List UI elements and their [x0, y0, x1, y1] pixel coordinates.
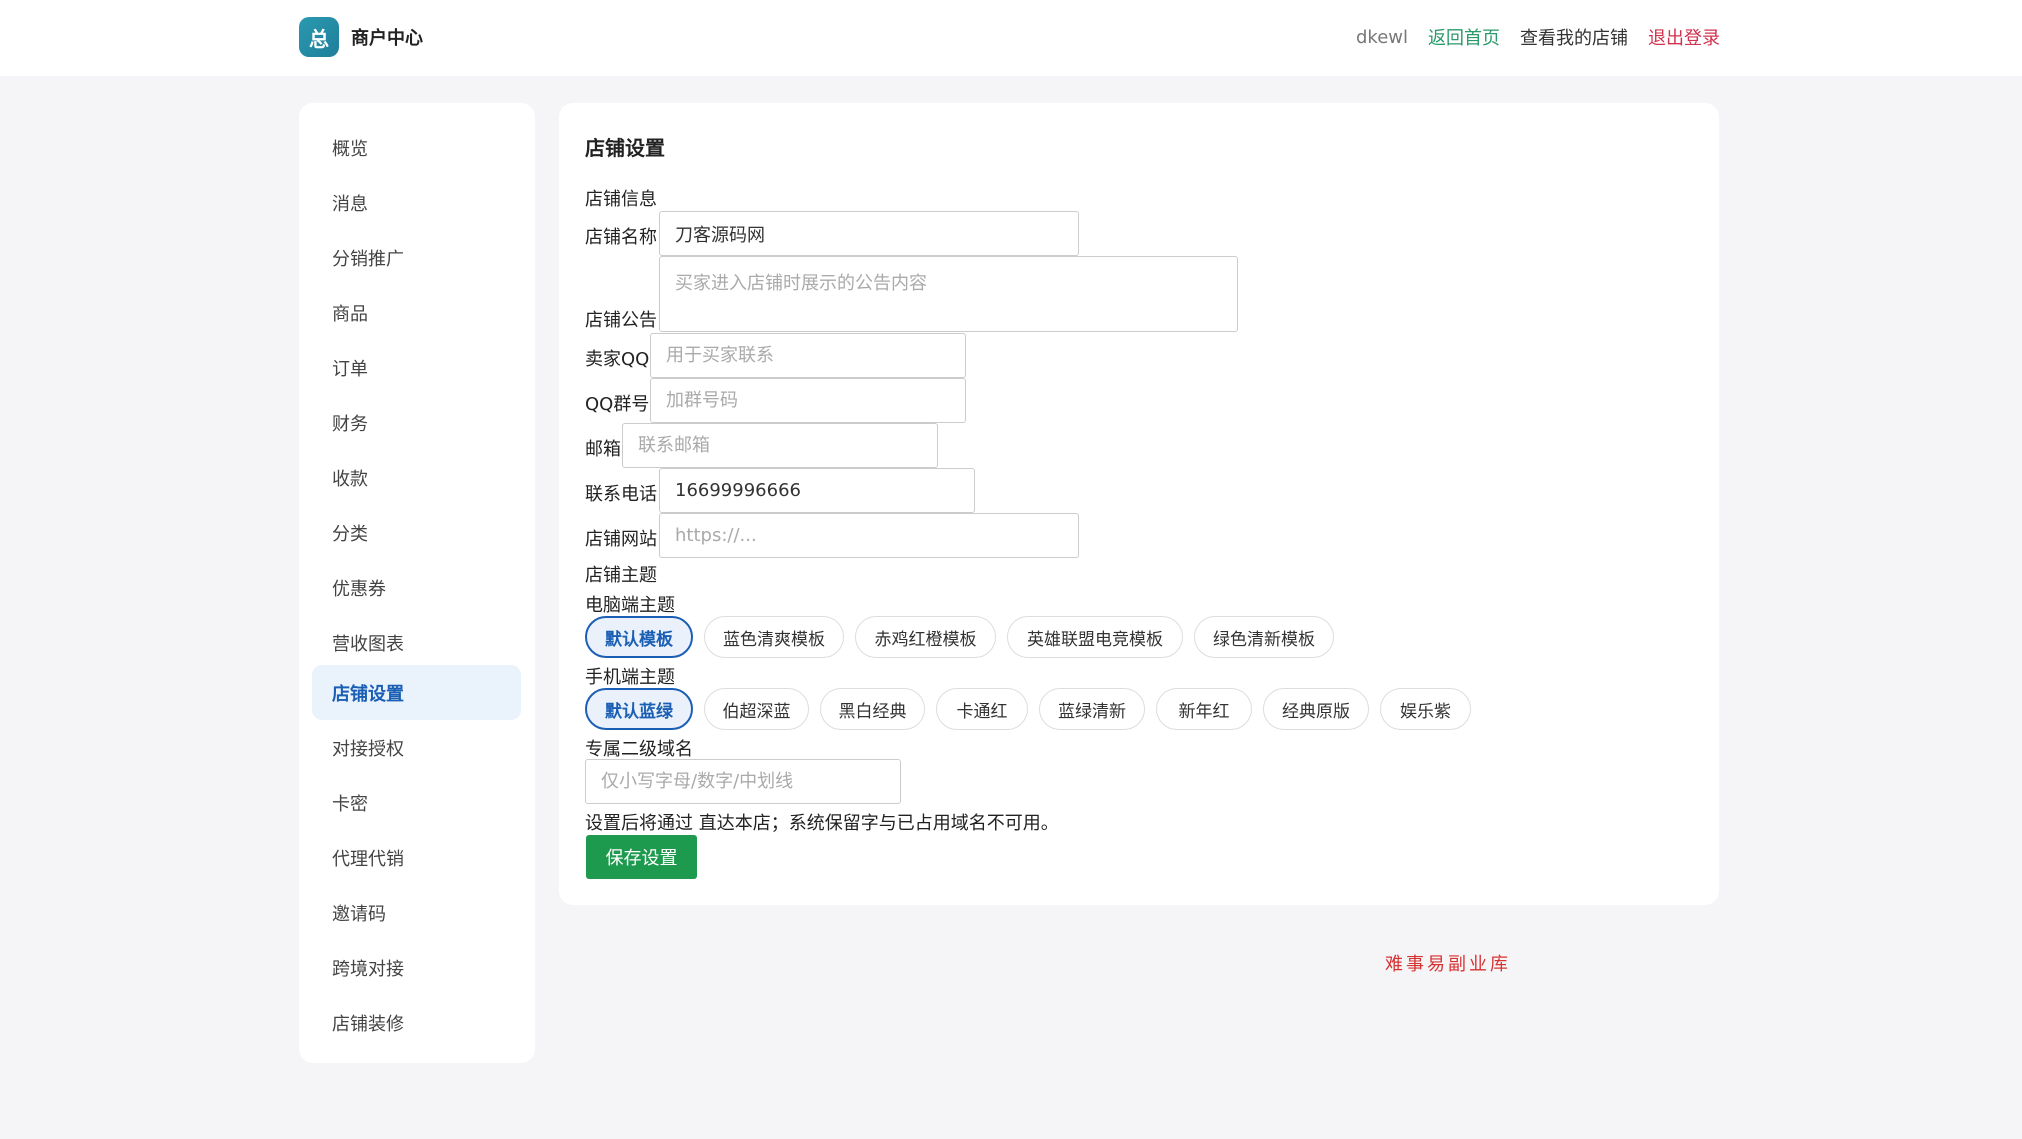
- phone-input[interactable]: [659, 468, 975, 513]
- mobile-theme-purple[interactable]: 娱乐紫: [1380, 688, 1471, 730]
- settings-panel: 店铺设置 店铺信息 店铺名称 店铺公告 卖家QQ QQ群号 邮箱 联系电话 店铺…: [559, 103, 1719, 905]
- mobile-theme-black-white[interactable]: 黑白经典: [820, 688, 925, 730]
- sidebar-item-cross-border[interactable]: 跨境对接: [312, 940, 521, 995]
- sidebar-item-store-settings[interactable]: 店铺设置: [312, 665, 521, 720]
- mobile-theme-blue-green[interactable]: 蓝绿清新: [1039, 688, 1145, 730]
- page-title: 店铺设置: [585, 136, 665, 160]
- mobile-theme-deep-blue[interactable]: 伯超深蓝: [704, 688, 809, 730]
- watermark: 难事易副业库: [1385, 954, 1511, 975]
- subdomain-input[interactable]: [585, 759, 901, 804]
- mobile-theme-cartoon-red[interactable]: 卡通红: [936, 688, 1028, 730]
- username: dkewl: [1355, 26, 1408, 48]
- pc-theme-green[interactable]: 绿色清新模板: [1194, 616, 1334, 658]
- sidebar-item-store-decor[interactable]: 店铺装修: [312, 995, 521, 1050]
- email-label: 邮箱: [585, 439, 621, 460]
- top-nav: dkewl 返回首页 查看我的店铺 退出登录: [1336, 24, 1720, 50]
- section-store-info: 店铺信息: [585, 189, 657, 210]
- sidebar-item-invite-codes[interactable]: 邀请码: [312, 885, 521, 940]
- website-label: 店铺网站: [585, 529, 657, 550]
- pc-theme-red-orange[interactable]: 赤鸡红橙模板: [855, 616, 996, 658]
- section-store-theme: 店铺主题: [585, 565, 657, 586]
- sidebar-item-revenue-chart[interactable]: 营收图表: [312, 615, 521, 670]
- sidebar-item-messages[interactable]: 消息: [312, 175, 521, 230]
- mobile-theme-new-year[interactable]: 新年红: [1156, 688, 1252, 730]
- sidebar-item-overview[interactable]: 概览: [312, 120, 521, 175]
- sidebar: 概览 消息 分销推广 商品 订单 财务 收款 分类 优惠券 营收图表 店铺设置 …: [299, 103, 535, 1063]
- sidebar-item-card-keys[interactable]: 卡密: [312, 775, 521, 830]
- sidebar-item-categories[interactable]: 分类: [312, 505, 521, 560]
- logout-link[interactable]: 退出登录: [1648, 24, 1720, 50]
- phone-label: 联系电话: [585, 484, 657, 505]
- home-link[interactable]: 返回首页: [1428, 24, 1500, 50]
- subdomain-label: 专属二级域名: [585, 739, 693, 760]
- sidebar-item-agency[interactable]: 代理代销: [312, 830, 521, 885]
- save-button[interactable]: 保存设置: [586, 835, 697, 879]
- pc-theme-lol[interactable]: 英雄联盟电竞模板: [1007, 616, 1183, 658]
- subdomain-hint: 设置后将通过 直达本店；系统保留字与已占用域名不可用。: [585, 813, 1059, 834]
- brand-title: 商户中心: [351, 28, 423, 49]
- pc-theme-label: 电脑端主题: [585, 595, 675, 616]
- sidebar-item-coupons[interactable]: 优惠券: [312, 560, 521, 615]
- sidebar-item-distribution[interactable]: 分销推广: [312, 230, 521, 285]
- pc-theme-blue[interactable]: 蓝色清爽模板: [704, 616, 844, 658]
- pc-theme-default[interactable]: 默认模板: [585, 616, 693, 658]
- store-notice-label: 店铺公告: [585, 310, 657, 331]
- sidebar-item-finance[interactable]: 财务: [312, 395, 521, 450]
- sidebar-item-products[interactable]: 商品: [312, 285, 521, 340]
- brand-logo-icon: 总: [299, 17, 339, 57]
- sidebar-item-api-auth[interactable]: 对接授权: [312, 720, 521, 775]
- brand[interactable]: 总 商户中心: [299, 17, 423, 57]
- view-store-link[interactable]: 查看我的店铺: [1520, 24, 1628, 50]
- mobile-theme-label: 手机端主题: [585, 667, 675, 688]
- mobile-theme-classic[interactable]: 经典原版: [1263, 688, 1369, 730]
- qq-group-input[interactable]: [650, 378, 966, 423]
- store-notice-textarea[interactable]: [659, 256, 1238, 332]
- sidebar-item-orders[interactable]: 订单: [312, 340, 521, 395]
- email-input[interactable]: [622, 423, 938, 468]
- website-input[interactable]: [659, 513, 1079, 558]
- mobile-theme-default[interactable]: 默认蓝绿: [585, 688, 693, 730]
- seller-qq-label: 卖家QQ: [585, 349, 650, 370]
- top-bar: 总 商户中心 dkewl 返回首页 查看我的店铺 退出登录: [0, 0, 2022, 76]
- store-name-label: 店铺名称: [585, 227, 657, 248]
- qq-group-label: QQ群号: [585, 394, 650, 415]
- sidebar-item-payments[interactable]: 收款: [312, 450, 521, 505]
- seller-qq-input[interactable]: [650, 333, 966, 378]
- store-name-input[interactable]: [659, 211, 1079, 256]
